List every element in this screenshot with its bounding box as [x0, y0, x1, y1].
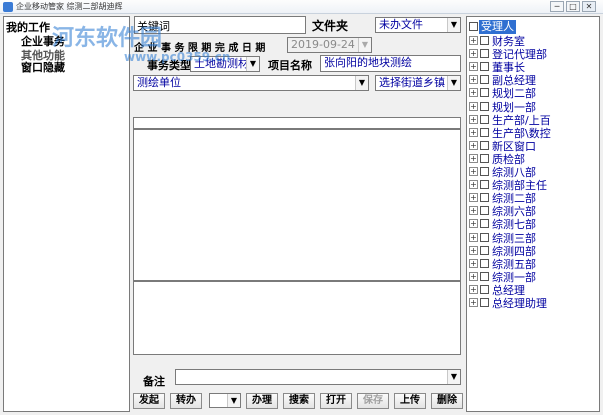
tree-item-checkbox[interactable]: [480, 193, 489, 203]
tree-item-checkbox[interactable]: [480, 88, 489, 98]
tree-item-checkbox[interactable]: [480, 75, 489, 85]
watermark-url: www.pc0359.cn: [124, 50, 231, 64]
reply-textarea[interactable]: [133, 281, 461, 355]
expand-icon[interactable]: +: [469, 153, 478, 163]
tree-item-checkbox[interactable]: [480, 271, 489, 281]
tree-item-checkbox[interactable]: [480, 245, 489, 255]
project-label: 项目名称: [268, 59, 312, 72]
tree-item-checkbox[interactable]: [480, 206, 489, 216]
expand-icon[interactable]: +: [469, 193, 478, 203]
expand-icon[interactable]: +: [469, 127, 478, 137]
expand-icon[interactable]: +: [469, 49, 478, 59]
expand-icon[interactable]: +: [469, 75, 478, 85]
window-title: 企业移动管家 综测二部胡迪辉: [16, 2, 123, 11]
expand-icon[interactable]: +: [469, 62, 478, 72]
tree-item-checkbox[interactable]: [480, 49, 489, 59]
left-menu-panel: 我的工作 企业事务 其他功能 窗口隐藏: [3, 16, 130, 412]
expand-icon[interactable]: +: [469, 284, 478, 294]
expand-icon[interactable]: +: [469, 258, 478, 268]
content-textarea[interactable]: [133, 129, 461, 281]
app-icon: [3, 2, 13, 12]
project-name-input[interactable]: 张向阳的地块测绘: [320, 55, 461, 72]
menu-hide-window[interactable]: 窗口隐藏: [21, 59, 65, 75]
recipient-tree: 受理人 + 财务室 + 登记代理部 + 董事长 + 副总经理 + 规划二部 + 规划一部 + 生产部/上百…: [466, 16, 600, 412]
watermark-brand: 河东软件园: [52, 26, 163, 51]
chevron-down-icon[interactable]: ▼: [447, 370, 460, 384]
chevron-down-icon[interactable]: ▼: [246, 57, 259, 71]
tree-item-checkbox[interactable]: [480, 167, 489, 176]
chevron-down-icon[interactable]: ▼: [447, 76, 460, 90]
expand-icon[interactable]: +: [469, 206, 478, 216]
tree-item-checkbox[interactable]: [480, 36, 489, 45]
chevron-down-icon[interactable]: ▼: [447, 18, 460, 32]
expand-icon[interactable]: +: [469, 88, 478, 98]
tree-item-label: 总经理助理: [492, 297, 547, 310]
initiate-button[interactable]: 发起: [133, 393, 165, 409]
folder-value: 未办文件: [379, 18, 423, 31]
tree-item-checkbox[interactable]: [480, 140, 489, 150]
tree-item-checkbox[interactable]: [480, 232, 489, 242]
save-button[interactable]: 保存: [357, 393, 389, 409]
tree-item-checkbox[interactable]: [480, 114, 489, 124]
tree-item-checkbox[interactable]: [480, 180, 489, 190]
tree-item-checkbox[interactable]: [480, 101, 489, 111]
subject-input[interactable]: [133, 117, 461, 129]
tree-item-checkbox[interactable]: [480, 298, 489, 307]
minimize-button[interactable]: ─: [550, 1, 564, 12]
maximize-button[interactable]: □: [566, 1, 580, 12]
expand-icon[interactable]: +: [469, 219, 478, 229]
project-value: 张向阳的地块测绘: [324, 56, 412, 69]
upload-button[interactable]: 上传: [394, 393, 426, 409]
search-button[interactable]: 搜索: [283, 393, 315, 409]
expand-icon[interactable]: +: [469, 114, 478, 124]
survey-unit-select[interactable]: 测绘单位 ▼: [133, 75, 369, 91]
open-button[interactable]: 打开: [320, 393, 352, 409]
deadline-value: 2019-09-24: [291, 38, 355, 51]
close-button[interactable]: ✕: [582, 1, 596, 12]
expand-icon[interactable]: +: [469, 232, 478, 242]
expand-icon[interactable]: +: [469, 167, 478, 176]
street-value: 选择街道乡镇: [379, 76, 445, 89]
chevron-down-icon[interactable]: ▼: [227, 394, 240, 407]
tree-root-label: 受理人: [479, 20, 516, 34]
folder-select[interactable]: 未办文件 ▼: [375, 17, 461, 33]
chevron-down-icon[interactable]: ▼: [358, 38, 371, 52]
process-button[interactable]: 办理: [246, 393, 278, 409]
note-label: 备注: [143, 375, 165, 388]
expand-icon[interactable]: +: [469, 140, 478, 150]
tree-item-checkbox[interactable]: [480, 127, 489, 137]
expand-icon[interactable]: +: [469, 271, 478, 281]
street-select[interactable]: 选择街道乡镇 ▼: [375, 75, 461, 91]
folder-label: 文件夹: [312, 19, 349, 33]
delete-button[interactable]: 删除: [431, 393, 463, 409]
tree-item-checkbox[interactable]: [480, 258, 489, 268]
expand-icon[interactable]: +: [469, 180, 478, 190]
tree-item-checkbox[interactable]: [480, 219, 489, 229]
deadline-date-picker[interactable]: 2019-09-24 ▼: [287, 37, 372, 53]
expand-icon[interactable]: +: [469, 36, 478, 45]
tree-item-checkbox[interactable]: [480, 62, 489, 72]
survey-unit-value: 测绘单位: [137, 76, 181, 89]
expand-icon[interactable]: +: [469, 298, 478, 307]
tree-item-checkbox[interactable]: [480, 284, 489, 294]
note-select[interactable]: ▼: [175, 369, 461, 385]
forward-button[interactable]: 转办: [170, 393, 202, 409]
chevron-down-icon[interactable]: ▼: [355, 76, 368, 90]
tree-root-checkbox[interactable]: [469, 22, 478, 31]
expand-icon[interactable]: +: [469, 101, 478, 111]
tree-item-checkbox[interactable]: [480, 153, 489, 163]
forward-target-select[interactable]: ▼: [209, 393, 241, 408]
expand-icon[interactable]: +: [469, 245, 478, 255]
title-bar: 企业移动管家 综测二部胡迪辉 ─ □ ✕: [0, 0, 603, 14]
